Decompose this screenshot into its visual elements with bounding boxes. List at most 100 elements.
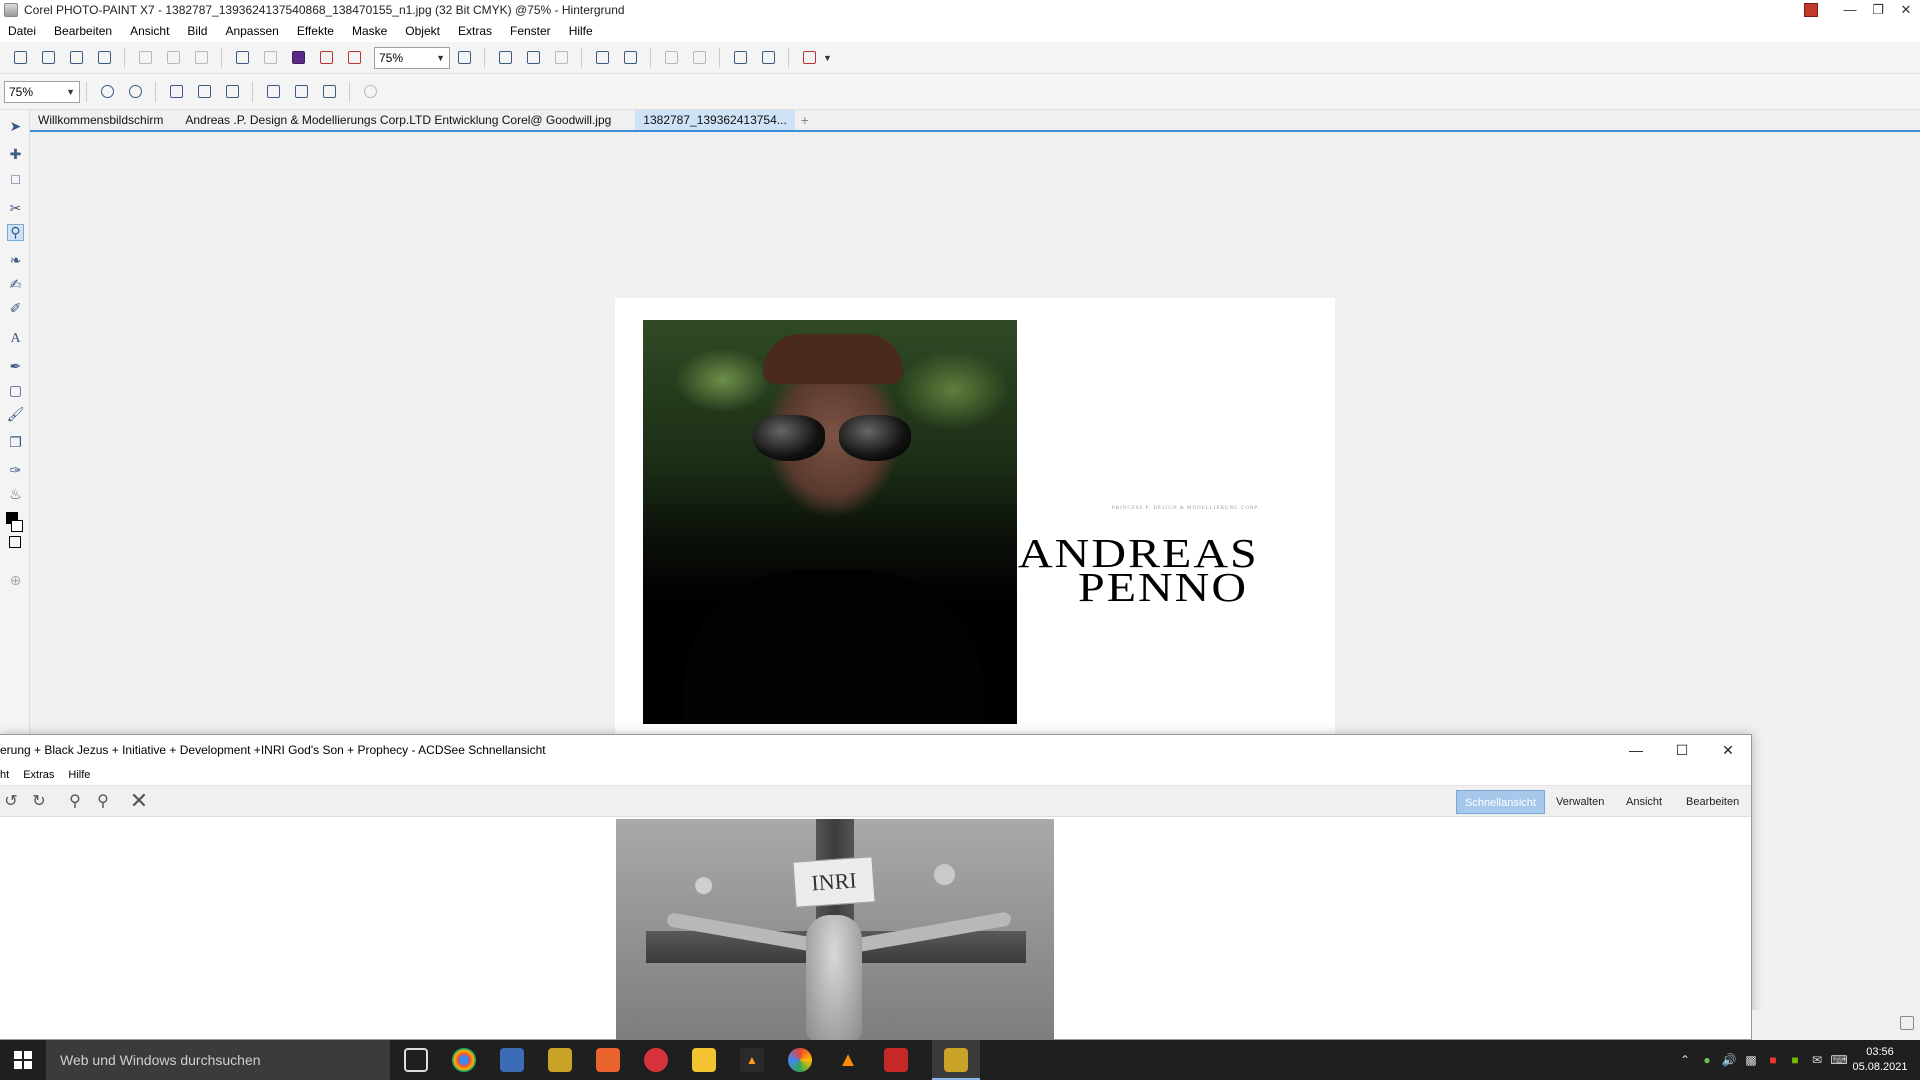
mode-verwalten-button[interactable]: Verwalten — [1548, 790, 1612, 814]
photo-app-icon[interactable] — [500, 1048, 524, 1072]
eyedropper-tool-icon[interactable]: ✑ — [7, 462, 24, 479]
zoom-out-icon[interactable]: ⚲ — [92, 790, 114, 812]
menu-ansicht[interactable]: Ansicht — [130, 24, 169, 38]
menu-objekt[interactable]: Objekt — [405, 24, 440, 38]
clone-tool-icon[interactable]: ✍ — [7, 276, 24, 293]
zoom-in-icon[interactable] — [96, 81, 118, 103]
zoom-width-icon[interactable] — [262, 81, 284, 103]
print-icon[interactable] — [93, 47, 115, 69]
tray-keyboard-icon[interactable]: ⌨ — [1828, 1053, 1850, 1067]
delete-icon[interactable]: ✕ — [128, 788, 150, 813]
snap-icon[interactable] — [550, 47, 572, 69]
rulers-icon[interactable] — [494, 47, 516, 69]
taskbar-search-input[interactable]: Web und Windows durchsuchen — [46, 1040, 390, 1080]
tray-security-icon[interactable]: ● — [1696, 1053, 1718, 1067]
tab-welcome[interactable]: Willkommensbildschirm — [30, 110, 171, 130]
media-app-icon[interactable]: ▲ — [740, 1048, 764, 1072]
save-icon[interactable] — [65, 47, 87, 69]
object-lock-icon[interactable] — [688, 47, 710, 69]
zoom-100-icon[interactable] — [165, 81, 187, 103]
corel-taskbar-icon-active[interactable] — [944, 1048, 968, 1072]
copy-icon[interactable] — [162, 47, 184, 69]
text-tool-icon[interactable]: A — [7, 330, 24, 347]
add-tab-icon[interactable]: + — [795, 110, 815, 130]
zoom-selection-icon[interactable] — [318, 81, 340, 103]
rotate-right-icon[interactable]: ↻ — [28, 790, 50, 812]
zoom-out-icon[interactable] — [124, 81, 146, 103]
menu-maske[interactable]: Maske — [352, 24, 387, 38]
pen-tool-icon[interactable]: ✒ — [7, 358, 24, 375]
zoom-to-page-icon[interactable] — [221, 81, 243, 103]
restore-button[interactable]: ❐ — [1864, 0, 1892, 20]
fill-tool-icon[interactable]: ♨ — [7, 486, 24, 503]
add-tool-icon[interactable]: ⊕ — [7, 572, 24, 589]
tray-network-icon[interactable]: ▩ — [1740, 1053, 1762, 1067]
zoom-level-combo[interactable]: 75% ▼ — [374, 46, 450, 69]
mask-overlay-icon[interactable] — [591, 47, 613, 69]
open-file-icon[interactable] — [37, 47, 59, 69]
portrait-photo[interactable] — [643, 320, 1017, 724]
cut-icon[interactable] — [134, 47, 156, 69]
menu-bearbeiten[interactable]: Bearbeiten — [54, 24, 112, 38]
welcome-screen-icon[interactable] — [729, 47, 751, 69]
new-file-icon[interactable] — [9, 47, 31, 69]
zoom-to-fit-icon[interactable] — [193, 81, 215, 103]
drop-shadow-tool-icon[interactable]: ❐ — [7, 434, 24, 451]
acdsee-menu-hilfe[interactable]: Hilfe — [68, 769, 90, 781]
minimize-button[interactable]: — — [1836, 0, 1864, 20]
taskbar-clock[interactable]: 03:56 05.08.2021 — [1850, 1045, 1910, 1075]
task-view-icon[interactable] — [404, 1048, 428, 1072]
acdsee-minimize-button[interactable]: — — [1613, 735, 1659, 765]
tray-message-icon[interactable]: ✉ — [1806, 1053, 1828, 1067]
launcher-icon[interactable] — [798, 47, 820, 69]
menu-effekte[interactable]: Effekte — [297, 24, 334, 38]
pick-tool-icon[interactable]: ➤ — [7, 118, 24, 135]
transform-tool-icon[interactable]: ✚ — [7, 146, 24, 163]
paste-icon[interactable] — [190, 47, 212, 69]
corel-taskbar-icon-1[interactable] — [548, 1048, 572, 1072]
red-eye-tool-icon[interactable]: ❧ — [7, 252, 24, 269]
vlc-icon[interactable]: ▲ — [836, 1048, 860, 1072]
camera-app-icon[interactable] — [884, 1048, 908, 1072]
corel-connect-icon[interactable] — [287, 47, 309, 69]
menu-fenster[interactable]: Fenster — [510, 24, 551, 38]
zoom-level-combo-secondary[interactable]: 75% ▼ — [4, 80, 80, 103]
chevron-down-icon[interactable]: ▼ — [823, 53, 832, 63]
acdsee-close-button[interactable]: ✕ — [1705, 735, 1751, 765]
mask-marquee-icon[interactable] — [619, 47, 641, 69]
crucifix-image[interactable]: INRI — [616, 819, 1054, 1041]
background-color-swatch[interactable] — [11, 520, 23, 532]
office-app-icon[interactable] — [596, 1048, 620, 1072]
undo-icon[interactable] — [231, 47, 253, 69]
crop-tool-icon[interactable]: ✂ — [7, 200, 24, 217]
rectangle-mask-tool-icon[interactable]: □ — [7, 170, 24, 187]
zoom-height-icon[interactable] — [290, 81, 312, 103]
menu-anpassen[interactable]: Anpassen — [225, 24, 278, 38]
close-button[interactable]: ✕ — [1892, 0, 1920, 20]
acdsee-maximize-button[interactable]: ☐ — [1659, 735, 1705, 765]
paper-color-swatch[interactable] — [9, 536, 21, 548]
mode-schnellansicht-button[interactable]: Schnellansicht — [1456, 790, 1545, 814]
redo-icon[interactable] — [259, 47, 281, 69]
user-account-icon[interactable] — [1804, 3, 1818, 17]
full-screen-preview-icon[interactable] — [453, 47, 475, 69]
picasa-icon[interactable] — [788, 1048, 812, 1072]
object-marquee-icon[interactable] — [660, 47, 682, 69]
menu-hilfe[interactable]: Hilfe — [569, 24, 593, 38]
export-icon[interactable] — [343, 47, 365, 69]
chrome-icon[interactable] — [452, 1048, 476, 1072]
zoom-tool-icon[interactable]: ⚲ — [7, 224, 24, 241]
mode-ansicht-button[interactable]: Ansicht — [1618, 790, 1670, 814]
shape-tool-icon[interactable]: ▢ — [7, 382, 24, 399]
mode-bearbeiten-button[interactable]: Bearbeiten — [1678, 790, 1747, 814]
menu-bild[interactable]: Bild — [187, 24, 207, 38]
menu-datei[interactable]: Datei — [8, 24, 36, 38]
status-settings-icon[interactable] — [1900, 1016, 1914, 1030]
file-explorer-icon[interactable] — [692, 1048, 716, 1072]
add-toolbar-item-icon[interactable] — [359, 81, 381, 103]
paint-tool-icon[interactable]: 🖌 — [7, 406, 25, 423]
guidelines-icon[interactable] — [522, 47, 544, 69]
tray-app-icon[interactable]: ■ — [1762, 1053, 1784, 1067]
rotate-left-icon[interactable]: ↺ — [0, 790, 22, 812]
options-icon[interactable] — [757, 47, 779, 69]
